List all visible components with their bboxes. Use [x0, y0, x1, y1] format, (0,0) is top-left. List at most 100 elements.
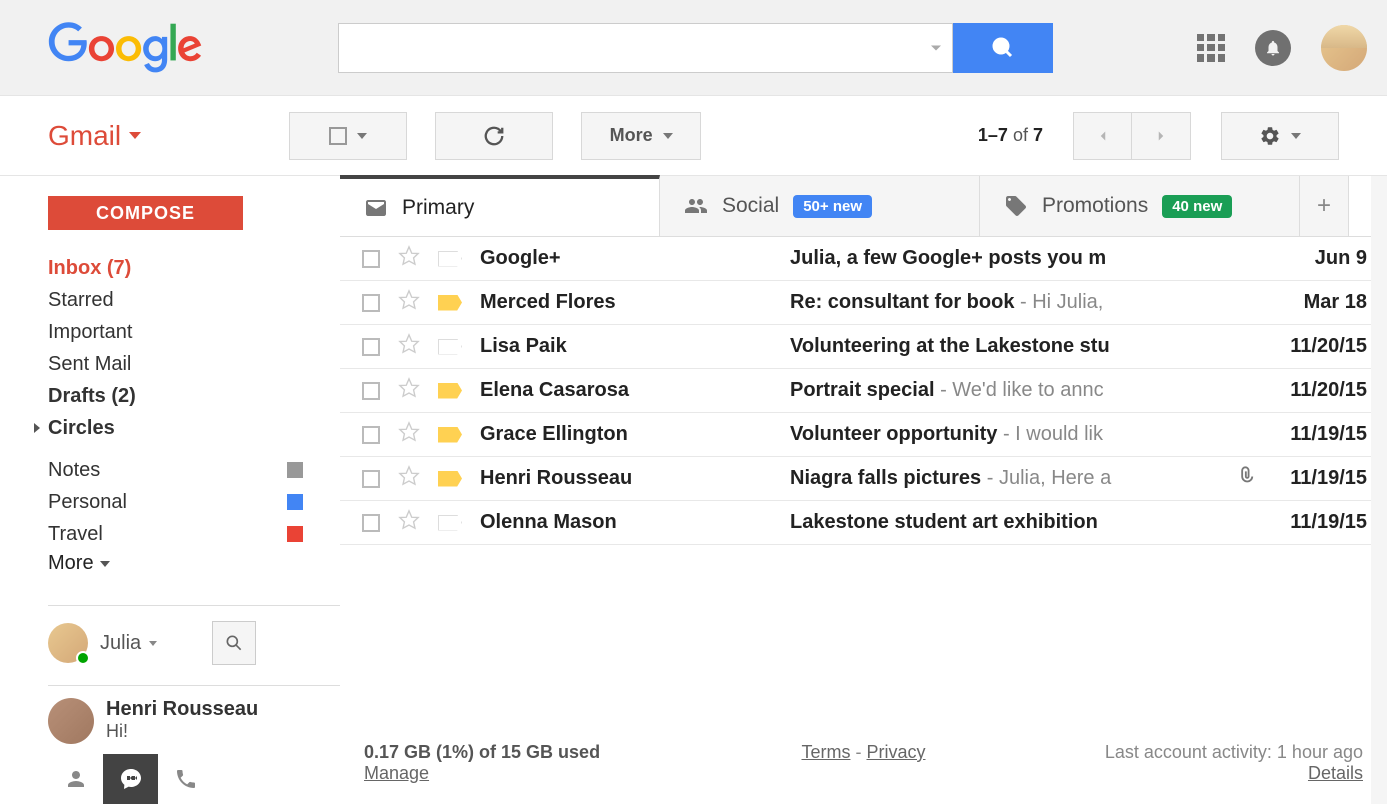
email-label-icon[interactable]	[438, 427, 462, 443]
email-checkbox[interactable]	[362, 470, 380, 488]
email-label-icon[interactable]	[438, 383, 462, 399]
scrollbar[interactable]	[1371, 176, 1387, 804]
email-checkbox[interactable]	[362, 382, 380, 400]
main-content: PrimarySocial50+ newPromotions40 new+ Go…	[340, 176, 1387, 804]
email-row[interactable]: Merced FloresRe: consultant for book - H…	[340, 281, 1387, 325]
search-input[interactable]	[338, 23, 953, 73]
email-label-icon[interactable]	[438, 251, 462, 267]
caret-down-icon	[1291, 133, 1301, 139]
notifications-icon[interactable]	[1255, 30, 1291, 66]
tab-promotions[interactable]: Promotions40 new	[980, 176, 1300, 236]
user-avatar[interactable]	[1321, 25, 1367, 71]
chat-contact-msg: Hi!	[106, 721, 258, 742]
email-subject-wrap: Re: consultant for book - Hi Julia,	[790, 291, 1267, 314]
email-subject: Julia, a few Google+ posts you m	[790, 247, 1106, 269]
email-subject-wrap: Volunteer opportunity - I would lik	[790, 423, 1267, 446]
star-icon	[398, 333, 420, 355]
google-logo[interactable]	[48, 22, 203, 74]
nav-item-label: Sent Mail	[48, 348, 131, 380]
email-label-icon[interactable]	[438, 515, 462, 531]
hangouts-chats-tab[interactable]	[103, 754, 158, 804]
nav-item-label: Inbox (7)	[48, 252, 131, 284]
tab-icon	[364, 196, 388, 220]
email-date: 11/20/15	[1267, 335, 1367, 358]
chat-user[interactable]: Julia	[48, 623, 157, 663]
nav-item-sent[interactable]: Sent Mail	[48, 348, 340, 380]
more-label: More	[610, 125, 653, 146]
settings-button[interactable]	[1221, 112, 1339, 160]
email-list: Google+Julia, a few Google+ posts you m J…	[340, 237, 1387, 722]
email-label-icon[interactable]	[438, 339, 462, 355]
email-star[interactable]	[398, 289, 420, 317]
nav-item-inbox[interactable]: Inbox (7)	[48, 252, 340, 284]
email-star[interactable]	[398, 333, 420, 361]
nav-item-starred[interactable]: Starred	[48, 284, 340, 316]
email-checkbox[interactable]	[362, 250, 380, 268]
email-label-icon[interactable]	[438, 295, 462, 311]
more-labels-toggle[interactable]: More	[48, 552, 340, 575]
email-row[interactable]: Grace EllingtonVolunteer opportunity - I…	[340, 413, 1387, 457]
label-color-icon	[287, 494, 303, 510]
details-link[interactable]: Details	[1308, 763, 1363, 783]
refresh-button[interactable]	[435, 112, 553, 160]
chat-tabs	[48, 754, 340, 804]
email-date: Mar 18	[1267, 291, 1367, 314]
footer: 0.17 GB (1%) of 15 GB used Manage Terms …	[340, 722, 1387, 804]
star-icon	[398, 245, 420, 267]
email-subject: Volunteering at the Lakestone stu	[790, 335, 1110, 357]
email-row[interactable]: Lisa PaikVolunteering at the Lakestone s…	[340, 325, 1387, 369]
nav-item-drafts[interactable]: Drafts (2)	[48, 380, 340, 412]
prev-page-button[interactable]	[1074, 113, 1132, 159]
email-checkbox[interactable]	[362, 338, 380, 356]
nav-list: Inbox (7)StarredImportantSent MailDrafts…	[48, 252, 340, 444]
terms-link[interactable]: Terms	[801, 742, 850, 762]
email-star[interactable]	[398, 509, 420, 537]
email-label-icon[interactable]	[438, 471, 462, 487]
chat-contact-avatar	[48, 698, 94, 744]
email-checkbox[interactable]	[362, 426, 380, 444]
search-button[interactable]	[953, 23, 1053, 73]
next-page-button[interactable]	[1132, 113, 1190, 159]
gmail-menu[interactable]: Gmail	[48, 120, 141, 152]
email-row[interactable]: Olenna MasonLakestone student art exhibi…	[340, 501, 1387, 545]
category-tabs: PrimarySocial50+ newPromotions40 new+	[340, 176, 1387, 237]
select-all-button[interactable]	[289, 112, 407, 160]
email-checkbox[interactable]	[362, 514, 380, 532]
email-star[interactable]	[398, 465, 420, 493]
label-text: Notes	[48, 454, 100, 486]
email-star[interactable]	[398, 245, 420, 273]
nav-item-important[interactable]: Important	[48, 316, 340, 348]
label-personal[interactable]: Personal	[48, 486, 303, 518]
nav-item-label: Drafts (2)	[48, 380, 136, 412]
email-checkbox[interactable]	[362, 294, 380, 312]
email-snippet: - I would lik	[997, 423, 1103, 445]
privacy-link[interactable]: Privacy	[866, 742, 925, 762]
search-dropdown-caret[interactable]	[931, 45, 941, 50]
sidebar: COMPOSE Inbox (7)StarredImportantSent Ma…	[0, 176, 340, 804]
manage-storage-link[interactable]: Manage	[364, 763, 429, 783]
email-subject: Volunteer opportunity	[790, 423, 997, 445]
email-row[interactable]: Elena CasarosaPortrait special - We'd li…	[340, 369, 1387, 413]
hangouts-contacts-tab[interactable]	[48, 754, 103, 804]
email-row[interactable]: Google+Julia, a few Google+ posts you m J…	[340, 237, 1387, 281]
email-row[interactable]: Henri RousseauNiagra falls pictures - Ju…	[340, 457, 1387, 501]
email-star[interactable]	[398, 377, 420, 405]
label-notes[interactable]: Notes	[48, 454, 303, 486]
email-star[interactable]	[398, 421, 420, 449]
email-date: Jun 9	[1267, 247, 1367, 270]
tab-primary[interactable]: Primary	[340, 175, 660, 236]
hangouts-phone-tab[interactable]	[158, 754, 213, 804]
nav-item-circles[interactable]: Circles	[48, 412, 340, 444]
apps-icon[interactable]	[1197, 34, 1225, 62]
compose-button[interactable]: COMPOSE	[48, 196, 243, 230]
label-travel[interactable]: Travel	[48, 518, 303, 550]
chat-search-button[interactable]	[212, 621, 256, 665]
chat-username: Julia	[100, 632, 141, 655]
add-tab-button[interactable]: +	[1300, 176, 1349, 236]
email-sender: Google+	[480, 247, 790, 270]
more-button[interactable]: More	[581, 112, 701, 160]
label-color-icon	[287, 462, 303, 478]
tab-social[interactable]: Social50+ new	[660, 176, 980, 236]
label-color-icon	[287, 526, 303, 542]
recent-chat[interactable]: Henri Rousseau Hi!	[48, 685, 340, 744]
